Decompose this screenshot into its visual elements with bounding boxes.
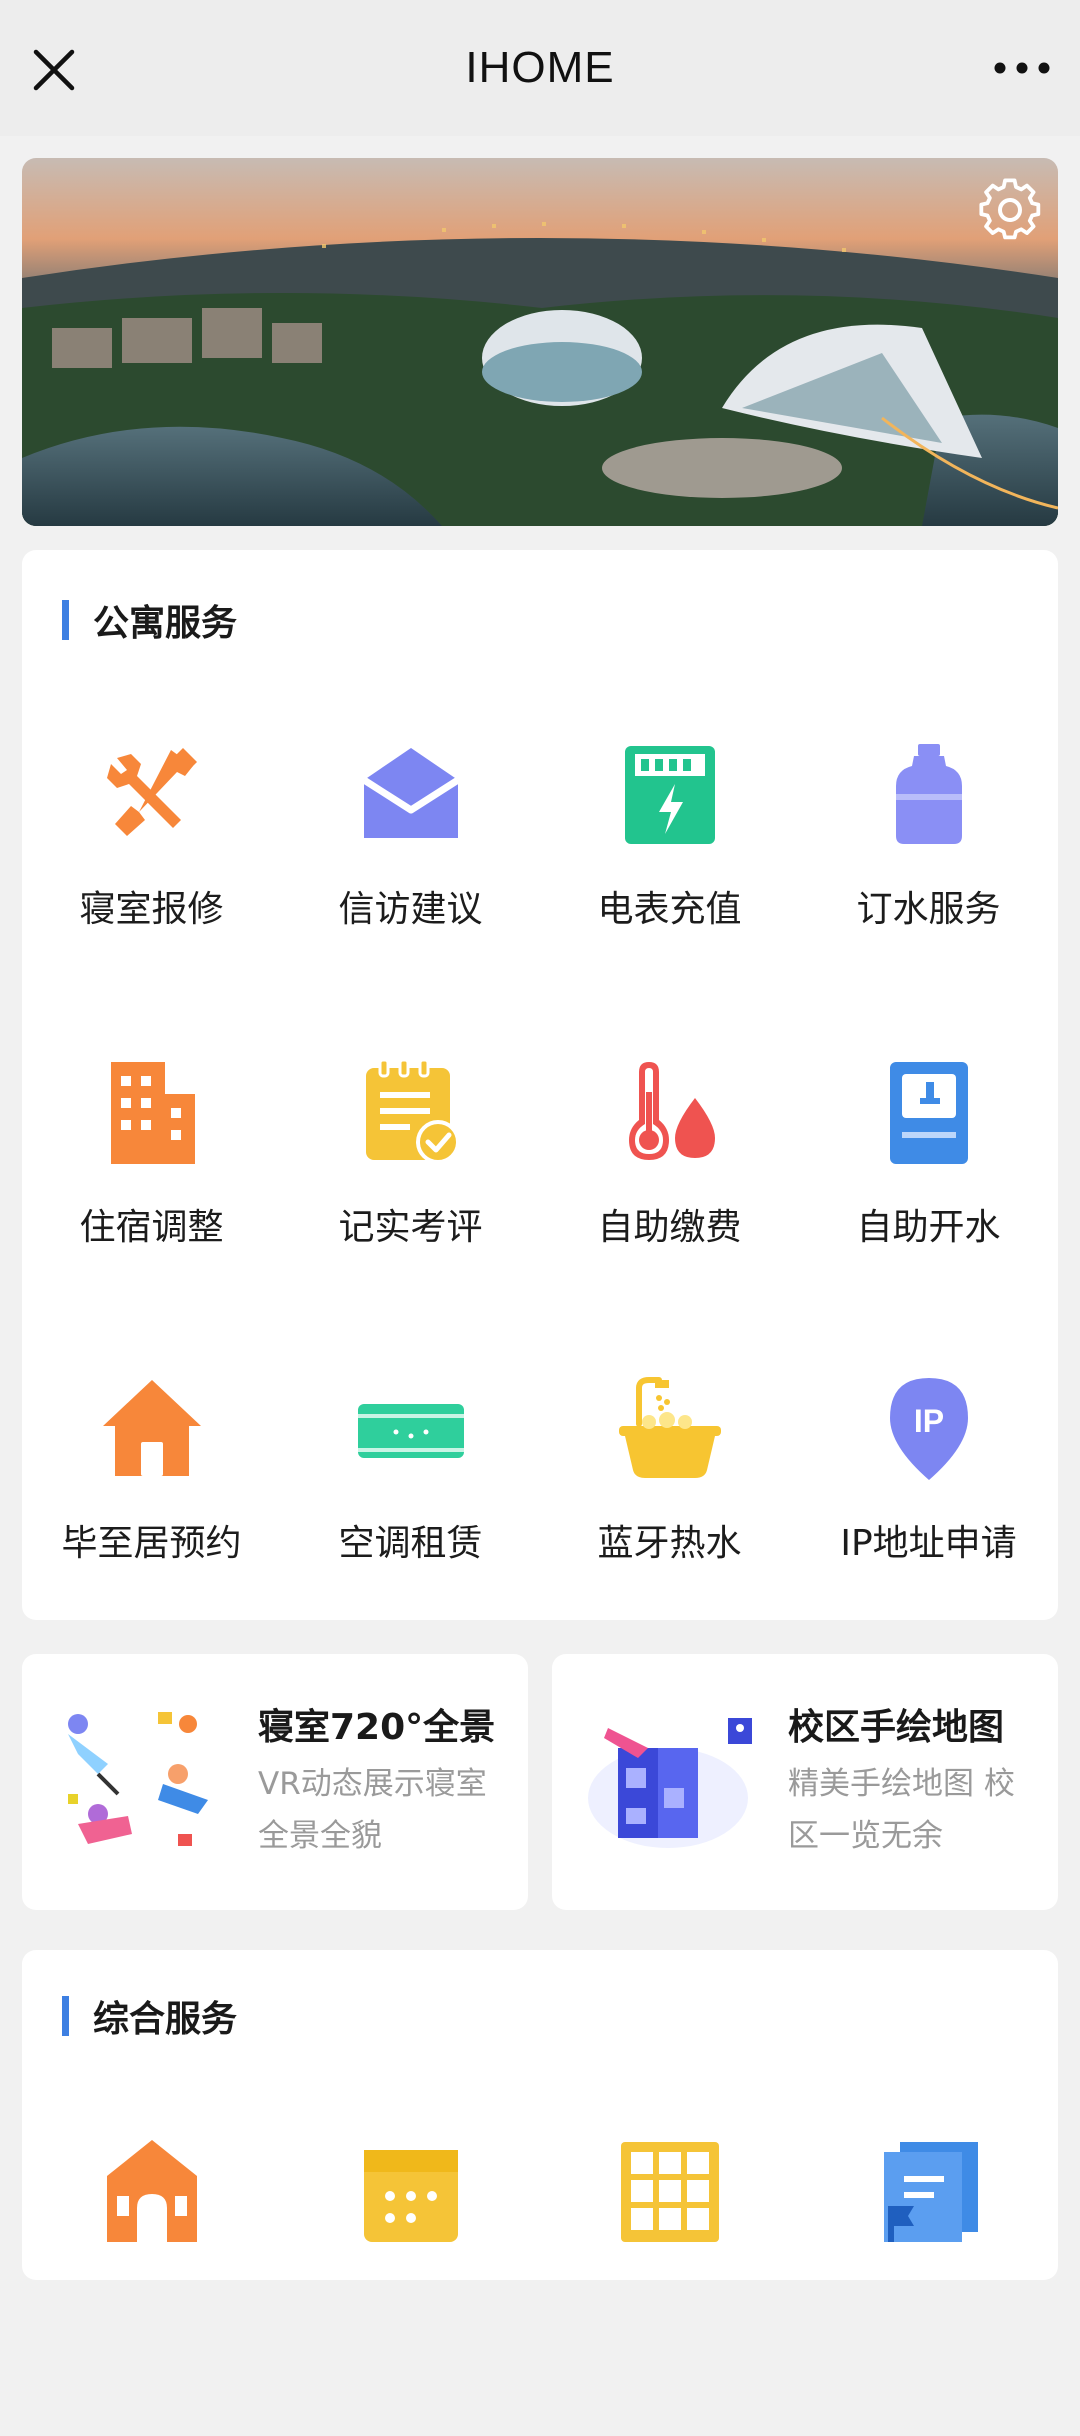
water-dispenser-icon [889, 1062, 968, 1164]
grid-window-icon [620, 2142, 719, 2242]
house-icon [102, 1380, 201, 1476]
electric-meter-icon [624, 746, 715, 844]
promo-description: VR动态展示寝室全景全貌 [258, 1766, 487, 1854]
notepad-check-icon [365, 1058, 460, 1164]
gear-icon[interactable] [978, 178, 1042, 242]
section-accent-bar [62, 600, 69, 640]
service-label: 寝室报修 [79, 889, 224, 930]
promo-title: 校区手绘地图 [788, 1707, 1005, 1748]
general-services-card: 综合服务 [22, 1950, 1058, 2280]
campus-aerial-photo [22, 158, 1058, 526]
service-water-order[interactable]: 订水服务 [799, 740, 1058, 1040]
service-label: 信访建议 [338, 889, 483, 930]
service-ip-application[interactable]: IP IP地址申请 [799, 1374, 1058, 1674]
service-label: 自助开水 [856, 1207, 1001, 1248]
svg-text:IP: IP [913, 1403, 943, 1439]
service-meter-recharge[interactable]: 电表充值 [540, 740, 799, 1040]
service-label: 毕至居预约 [61, 1523, 242, 1564]
section-header: 综合服务 [62, 1990, 237, 2042]
vr-people-illustration [68, 1712, 208, 1846]
service-self-hot-water[interactable]: 自助开水 [799, 1058, 1058, 1358]
service-ac-rental[interactable]: 空调租赁 [281, 1374, 540, 1674]
service-petition[interactable]: 信访建议 [281, 740, 540, 1040]
gate-icon [106, 2140, 197, 2242]
ip-location-icon: IP [889, 1378, 968, 1480]
building-icon [110, 1062, 195, 1164]
calendar-icon [363, 2150, 458, 2242]
campus-banner[interactable] [22, 158, 1058, 526]
water-bottle-icon [895, 744, 962, 844]
section-title: 综合服务 [93, 1999, 238, 2040]
service-record-evaluation[interactable]: 记实考评 [281, 1058, 540, 1358]
service-label: IP地址申请 [840, 1523, 1017, 1564]
map-puzzle-illustration [588, 1718, 752, 1848]
service-bizhiju-booking[interactable]: 毕至居预约 [22, 1374, 281, 1674]
air-conditioner-icon [357, 1404, 464, 1458]
service-self-payment[interactable]: 自助缴费 [540, 1058, 799, 1358]
service-housing-adjust[interactable]: 住宿调整 [22, 1058, 281, 1358]
general-service-book[interactable] [799, 2136, 1058, 2436]
service-bluetooth-hot-water[interactable]: 蓝牙热水 [540, 1374, 799, 1674]
page-title: IHOME [465, 43, 615, 92]
service-dorm-repair[interactable]: 寝室报修 [22, 740, 281, 1040]
promo-card-vr[interactable]: 寝室720°全景 VR动态展示寝室全景全貌 [22, 1654, 528, 1910]
wrench-screwdriver-icon [106, 748, 197, 836]
promo-card-map[interactable]: 校区手绘地图 精美手绘地图 校区一览无余 [552, 1654, 1058, 1910]
apartment-services-card: 公寓服务 寝室报修 信访建议 电表充值 订水服务 住宿调整 记实考评 自助缴费 … [22, 550, 1058, 1620]
bathtub-icon [618, 1377, 721, 1478]
general-service-gate[interactable] [22, 2136, 281, 2436]
book-flag-icon [883, 2142, 978, 2242]
service-label: 蓝牙热水 [597, 1523, 742, 1564]
service-label: 自助缴费 [597, 1207, 742, 1248]
general-service-calendar[interactable] [281, 2136, 540, 2436]
service-label: 空调租赁 [338, 1523, 483, 1564]
thermometer-drop-icon [628, 1062, 715, 1160]
promo-title: 寝室720°全景 [258, 1707, 496, 1748]
section-accent-bar [62, 1996, 69, 2036]
service-label: 电表充值 [597, 889, 742, 930]
envelope-icon [361, 748, 460, 838]
top-bar: IHOME [0, 0, 1080, 136]
section-header: 公寓服务 [62, 594, 237, 646]
service-label: 住宿调整 [79, 1207, 224, 1248]
section-title: 公寓服务 [93, 603, 238, 644]
general-service-grid-window[interactable] [540, 2136, 799, 2436]
service-label: 订水服务 [856, 889, 1001, 930]
close-icon[interactable] [30, 38, 78, 98]
promo-description: 精美手绘地图 校区一览无余 [788, 1766, 1015, 1854]
more-icon[interactable] [992, 56, 1052, 80]
service-label: 记实考评 [338, 1207, 483, 1248]
